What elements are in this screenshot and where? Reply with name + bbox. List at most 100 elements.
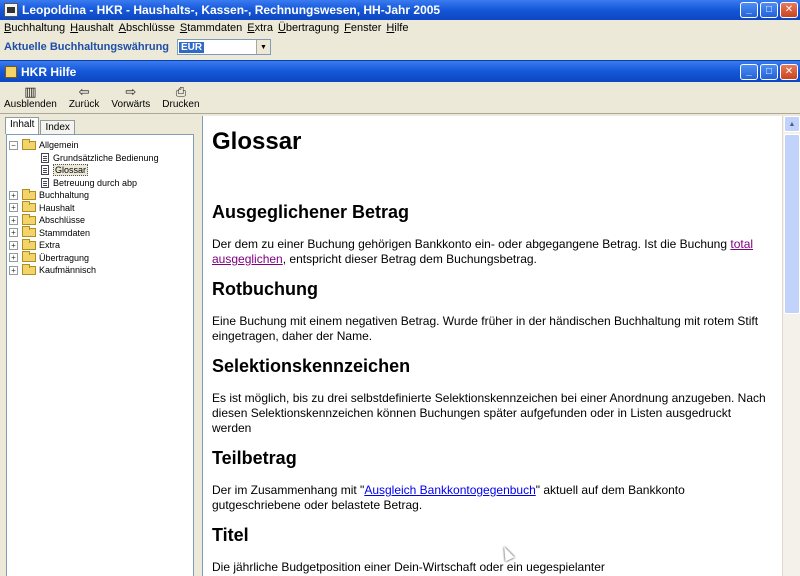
minimize-button[interactable]: _ bbox=[740, 2, 758, 18]
currency-select[interactable]: EUR ▼ bbox=[177, 39, 272, 55]
text-fragment: Der dem zu einer Buchung gehörigen Bankk… bbox=[212, 237, 731, 251]
section-heading: Ausgeglichener Betrag bbox=[212, 202, 410, 222]
menu-buchhaltung[interactable]: Buchhaltung bbox=[3, 22, 69, 34]
folder-icon bbox=[22, 188, 36, 200]
page-icon bbox=[41, 152, 49, 163]
main-titlebar: Leopoldina - HKR - Haushalts-, Kassen-, … bbox=[0, 0, 800, 20]
tree-node-allgemein[interactable]: − Allgemein bbox=[9, 138, 191, 152]
forward-arrow-icon: ⇨ bbox=[125, 84, 137, 99]
tree-node-extra[interactable]: + Extra bbox=[9, 238, 191, 252]
tree-label: Haushalt bbox=[39, 202, 75, 213]
tree-label: Grundsätzliche Bedienung bbox=[53, 152, 159, 163]
forward-label: Vorwärts bbox=[111, 99, 151, 110]
tree-node-glossar[interactable]: Glossar bbox=[9, 164, 191, 177]
expand-icon[interactable]: + bbox=[9, 190, 18, 200]
section-heading: Selektionskennzeichen bbox=[212, 356, 411, 376]
section-heading: Teilbetrag bbox=[212, 448, 297, 468]
tree-node-betreuung[interactable]: Betreuung durch abp bbox=[9, 177, 191, 190]
currency-bar: Aktuelle Buchhaltungswährung EUR ▼ bbox=[0, 36, 800, 58]
contents-tree: − Allgemein Grundsätzliche Bedienung Glo… bbox=[6, 134, 194, 576]
folder-icon bbox=[22, 201, 36, 213]
expand-icon[interactable]: + bbox=[9, 265, 18, 275]
tree-node-kaufmaennisch[interactable]: + Kaufmännisch bbox=[9, 263, 191, 277]
printer-icon: ⎙ bbox=[175, 84, 187, 99]
tree-node-haushalt[interactable]: + Haushalt bbox=[9, 201, 191, 215]
help-toolbar: ▥ Ausblenden ⇦ Zurück ⇨ Vorwärts ⎙ Druck… bbox=[0, 82, 800, 114]
section-heading: Rotbuchung bbox=[212, 279, 318, 299]
menu-hilfe[interactable]: Hilfe bbox=[385, 22, 412, 34]
back-label: Zurück bbox=[68, 99, 100, 110]
expand-icon[interactable]: + bbox=[9, 215, 18, 225]
scroll-up-icon[interactable]: ▲ bbox=[784, 116, 800, 132]
forward-button[interactable]: ⇨ Vorwärts bbox=[111, 84, 150, 110]
menu-extra[interactable]: Extra bbox=[246, 22, 277, 34]
tree-node-abschluesse[interactable]: + Abschlüsse bbox=[9, 213, 191, 227]
print-button[interactable]: ⎙ Drucken bbox=[162, 84, 199, 110]
help-titlebar: HKR Hilfe _ □ ✕ bbox=[0, 61, 800, 82]
section-text: Es ist möglich, bis zu drei selbstdefini… bbox=[212, 391, 766, 435]
page-title: Glossar bbox=[212, 128, 302, 155]
help-close-button[interactable]: ✕ bbox=[780, 63, 798, 80]
nav-tabs: Inhalt Index bbox=[2, 116, 198, 134]
maximize-button[interactable]: □ bbox=[760, 2, 778, 18]
tree-label: Stammdaten bbox=[39, 227, 91, 238]
menu-fenster[interactable]: Fenster bbox=[343, 22, 385, 34]
tree-label: Abschlüsse bbox=[39, 215, 86, 226]
tab-index[interactable]: Index bbox=[40, 120, 75, 134]
print-label: Drucken bbox=[162, 99, 200, 110]
help-book-icon bbox=[5, 65, 17, 78]
page-icon bbox=[41, 165, 49, 176]
folder-icon bbox=[22, 251, 36, 263]
back-button[interactable]: ⇦ Zurück bbox=[69, 84, 100, 110]
menu-uebertragung[interactable]: Übertragung bbox=[277, 22, 343, 34]
tab-inhalt[interactable]: Inhalt bbox=[5, 117, 40, 134]
folder-icon bbox=[22, 213, 36, 225]
section-heading: Titel bbox=[212, 525, 249, 545]
expand-icon[interactable]: + bbox=[9, 253, 18, 263]
menu-stammdaten[interactable]: Stammdaten bbox=[179, 22, 246, 34]
folder-icon bbox=[22, 238, 36, 250]
tree-label-selected: Glossar bbox=[53, 164, 89, 177]
tree-label: Kaufmännisch bbox=[39, 265, 97, 276]
menu-haushalt[interactable]: Haushalt bbox=[69, 22, 117, 34]
hide-button[interactable]: ▥ Ausblenden bbox=[4, 84, 57, 110]
page-icon bbox=[41, 177, 49, 188]
vertical-scrollbar[interactable]: ▲ bbox=[782, 116, 800, 576]
chevron-down-icon[interactable]: ▼ bbox=[256, 40, 271, 54]
section-text: Die jährliche Budgetposition einer Dein-… bbox=[212, 560, 605, 574]
tree-label: Allgemein bbox=[39, 140, 79, 151]
tree-label: Betreuung durch abp bbox=[53, 177, 138, 188]
expand-icon[interactable]: + bbox=[9, 240, 18, 250]
tree-label: Extra bbox=[39, 240, 61, 251]
app-icon bbox=[4, 3, 18, 17]
help-content: Glossar Ausgeglichener Betrag Der dem zu… bbox=[202, 116, 782, 576]
hide-label: Ausblenden bbox=[4, 99, 57, 110]
text-fragment: , entspricht dieser Betrag dem Buchungsb… bbox=[282, 252, 537, 266]
tree-node-stammdaten[interactable]: + Stammdaten bbox=[9, 226, 191, 240]
section-text: Der im Zusammenhang mit "Ausgleich Bankk… bbox=[212, 483, 772, 513]
tree-node-buchhaltung[interactable]: + Buchhaltung bbox=[9, 188, 191, 202]
collapse-icon[interactable]: − bbox=[9, 140, 18, 150]
expand-icon[interactable]: + bbox=[9, 228, 18, 238]
tree-label: Buchhaltung bbox=[39, 190, 90, 201]
tree-node-bedienung[interactable]: Grundsätzliche Bedienung bbox=[9, 152, 191, 165]
tree-node-uebertragung[interactable]: + Übertragung bbox=[9, 251, 191, 265]
section-text: Der dem zu einer Buchung gehörigen Bankk… bbox=[212, 237, 772, 267]
help-maximize-button[interactable]: □ bbox=[760, 63, 778, 80]
scroll-thumb[interactable] bbox=[784, 134, 800, 314]
currency-label: Aktuelle Buchhaltungswährung bbox=[4, 41, 170, 53]
folder-icon bbox=[22, 226, 36, 238]
section-text: Eine Buchung mit einem negativen Betrag.… bbox=[212, 314, 759, 343]
currency-value: EUR bbox=[179, 41, 205, 53]
close-button[interactable]: ✕ bbox=[780, 2, 798, 18]
expand-icon[interactable]: + bbox=[9, 203, 18, 213]
help-minimize-button[interactable]: _ bbox=[740, 63, 758, 80]
link-ausgleich-bankkontogegenbuch[interactable]: Ausgleich Bankkontogegenbuch bbox=[364, 483, 535, 497]
tree-label: Übertragung bbox=[39, 252, 90, 263]
back-arrow-icon: ⇦ bbox=[78, 84, 90, 99]
window-title: Leopoldina - HKR - Haushalts-, Kassen-, … bbox=[22, 3, 441, 17]
menu-abschluesse[interactable]: Abschlüsse bbox=[118, 22, 179, 34]
folder-open-icon bbox=[22, 138, 36, 150]
help-title: HKR Hilfe bbox=[21, 64, 77, 79]
help-window: HKR Hilfe _ □ ✕ ▥ Ausblenden ⇦ Zurück ⇨ … bbox=[0, 60, 800, 576]
